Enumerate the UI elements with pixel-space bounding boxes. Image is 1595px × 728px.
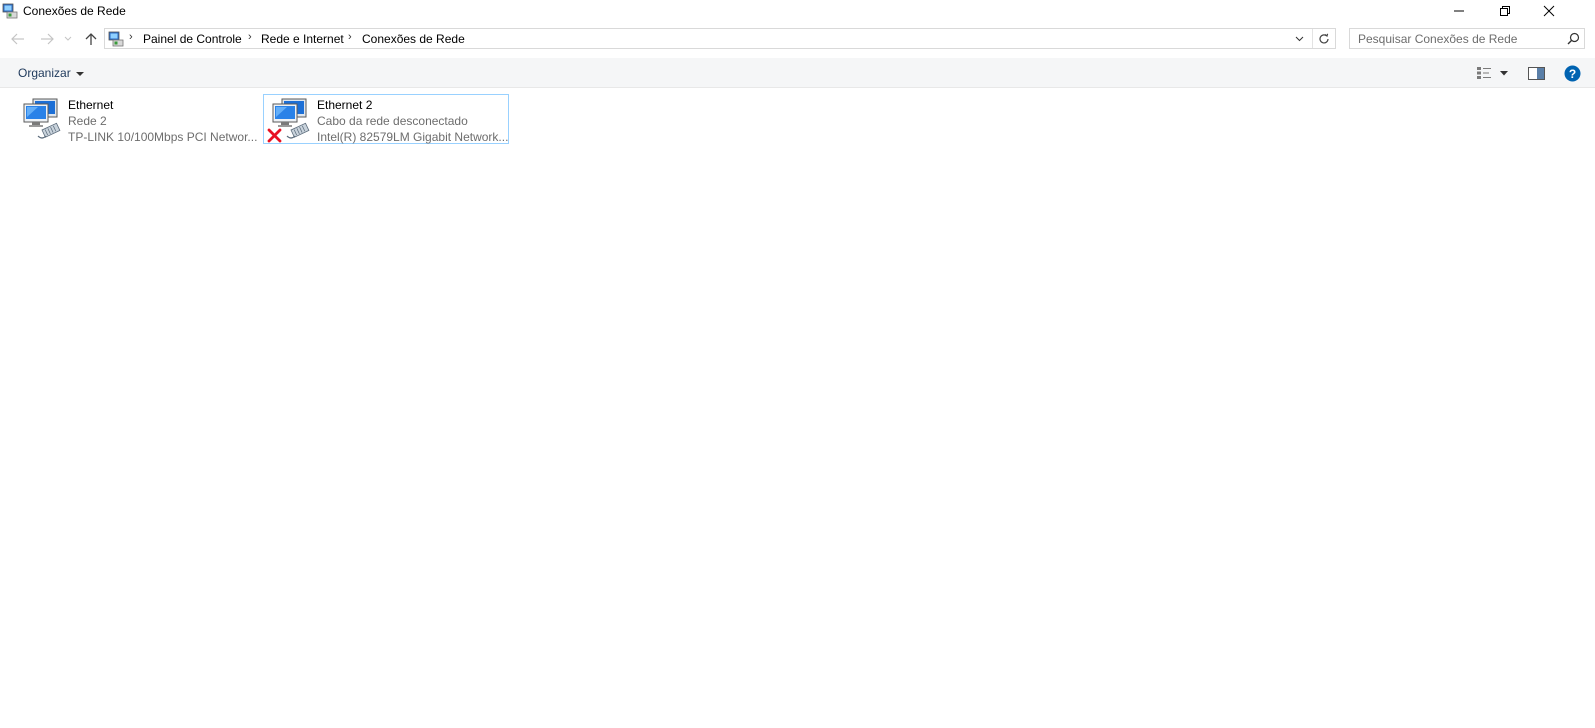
connection-status: Rede 2: [68, 114, 107, 128]
network-adapter-icon: [267, 96, 315, 144]
details-view-icon: [1477, 67, 1491, 79]
back-button[interactable]: [9, 30, 27, 48]
chevron-down-icon: [75, 71, 84, 76]
close-button[interactable]: [1526, 0, 1572, 22]
preview-pane-button[interactable]: [1527, 64, 1545, 82]
chevron-down-icon: [64, 36, 72, 41]
refresh-icon: [1319, 33, 1329, 43]
minimize-icon: [1454, 10, 1464, 12]
search-placeholder: Pesquisar Conexões de Rede: [1358, 32, 1518, 46]
restore-icon: [1500, 6, 1510, 16]
address-bar[interactable]: › Painel de Controle › Rede e Internet ›…: [104, 28, 1336, 49]
up-button[interactable]: [82, 30, 100, 48]
connection-item-ethernet-2[interactable]: Ethernet 2 Cabo da rede desconectado Int…: [263, 94, 509, 144]
breadcrumb-separator-icon[interactable]: ›: [248, 31, 252, 43]
search-icon[interactable]: [1567, 32, 1580, 48]
back-arrow-icon: [11, 33, 24, 45]
breadcrumb-separator-icon[interactable]: ›: [348, 31, 352, 43]
control-panel-icon: [108, 31, 124, 47]
organize-menu-button[interactable]: Organizar: [18, 66, 84, 80]
recent-locations-button[interactable]: [62, 30, 74, 48]
search-input[interactable]: Pesquisar Conexões de Rede: [1349, 28, 1585, 49]
breadcrumb-painel-de-controle[interactable]: Painel de Controle: [143, 32, 242, 46]
forward-arrow-icon: [41, 33, 54, 45]
help-button[interactable]: ?: [1563, 64, 1581, 82]
breadcrumb-rede-e-internet[interactable]: Rede e Internet: [261, 32, 344, 46]
caret-down-icon: [1500, 70, 1508, 75]
connection-name: Ethernet 2: [317, 98, 373, 112]
network-connections-app-icon: [2, 3, 18, 19]
organize-label: Organizar: [18, 66, 71, 80]
preview-pane-icon: [1527, 66, 1545, 80]
help-icon: ?: [1564, 65, 1580, 81]
title-bar: Conexões de Rede: [0, 0, 1595, 24]
connection-adapter: Intel(R) 82579LM Gigabit Network...: [317, 130, 509, 144]
svg-text:?: ?: [1568, 67, 1575, 81]
restore-button[interactable]: [1482, 0, 1528, 22]
chevron-down-icon: [1295, 36, 1303, 41]
address-history-button[interactable]: [1289, 29, 1309, 48]
connection-adapter: TP-LINK 10/100Mbps PCI Networ...: [68, 130, 258, 144]
breadcrumb-separator-icon[interactable]: ›: [129, 31, 133, 43]
network-adapter-icon: [18, 96, 66, 144]
forward-button[interactable]: [38, 30, 56, 48]
connection-item-ethernet[interactable]: Ethernet Rede 2 TP-LINK 10/100Mbps PCI N…: [14, 94, 262, 144]
breadcrumb-conexoes-de-rede[interactable]: Conexões de Rede: [362, 32, 465, 46]
view-options-button[interactable]: [1498, 64, 1510, 82]
up-arrow-icon: [85, 33, 97, 45]
close-icon: [1543, 5, 1555, 17]
connection-name: Ethernet: [68, 98, 114, 112]
command-bar: Organizar ?: [0, 58, 1595, 88]
minimize-button[interactable]: [1436, 0, 1482, 22]
refresh-button[interactable]: [1312, 29, 1335, 48]
change-view-button[interactable]: [1476, 64, 1492, 82]
disconnected-x-icon: [267, 128, 282, 143]
window-title: Conexões de Rede: [23, 4, 126, 18]
connection-status: Cabo da rede desconectado: [317, 114, 468, 128]
